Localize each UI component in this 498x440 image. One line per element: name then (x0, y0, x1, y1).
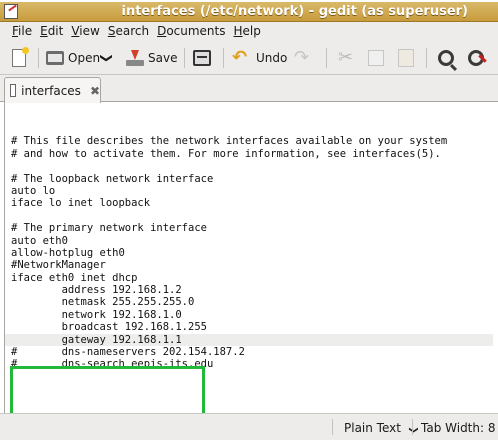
open-label: Open (68, 51, 101, 65)
redo-icon: ↷ (294, 47, 310, 68)
cut-button[interactable]: ✂ (338, 46, 356, 70)
chevron-down-icon: ❯ (100, 52, 115, 64)
toolbar-separator (223, 48, 224, 68)
save-button[interactable]: Save (126, 46, 177, 70)
editor-line[interactable]: # dns-nameservers 202.154.187.2 (11, 346, 493, 358)
editor-line[interactable] (11, 160, 493, 172)
tab-width-selector[interactable]: Tab Width: 8 ❯ (421, 421, 498, 440)
toolbar-separator (38, 48, 39, 68)
editor-line[interactable]: auto lo (11, 185, 493, 197)
editor-line[interactable]: address 192.168.1.2 (11, 284, 493, 296)
language-label: Plain Text (344, 421, 401, 435)
status-separator (332, 419, 333, 435)
editor-line[interactable]: iface lo inet loopback (11, 197, 493, 209)
find-replace-icon (468, 50, 484, 66)
editor-line[interactable] (11, 123, 493, 135)
editor-line[interactable]: network 192.168.1.0 (11, 309, 493, 321)
copy-icon (368, 50, 384, 66)
status-bar: Plain Text ❯ Tab Width: 8 ❯ (0, 413, 498, 440)
folder-open-icon (46, 51, 64, 65)
toolbar: Open ❯ Save ↶ Undo ↷ ✂ (0, 41, 498, 75)
print-button[interactable] (193, 46, 211, 70)
editor-line[interactable]: # This file describes the network interf… (11, 135, 493, 147)
editor-text[interactable]: # This file describes the network interf… (5, 123, 493, 371)
window-title: interfaces (/etc/network) - gedit (as su… (121, 4, 468, 19)
text-editor[interactable]: # This file describes the network interf… (4, 103, 498, 413)
redo-button[interactable]: ↷ (294, 46, 314, 70)
text-file-icon (10, 84, 17, 97)
new-button[interactable] (12, 46, 29, 70)
search-icon (438, 50, 454, 66)
undo-label: Undo (256, 51, 288, 65)
menu-edit[interactable]: Edit (38, 22, 69, 41)
undo-icon: ↶ (232, 47, 248, 68)
tab-label: interfaces (21, 83, 81, 98)
new-document-icon (12, 47, 29, 67)
editor-line[interactable]: auto eth0 (11, 235, 493, 247)
editor-line[interactable]: # The primary network interface (11, 222, 493, 234)
annotation-highlight-box (10, 366, 205, 413)
editor-line[interactable]: # and how to activate them. For more inf… (11, 148, 493, 160)
tab-interfaces[interactable]: interfaces ✖ (4, 77, 101, 103)
save-icon (126, 50, 144, 66)
paste-button[interactable] (398, 46, 414, 70)
open-recent-dropdown[interactable]: ❯ (100, 46, 115, 70)
toolbar-separator (184, 48, 185, 68)
language-selector[interactable]: Plain Text ❯ (344, 421, 418, 435)
menu-file[interactable]: File (10, 22, 38, 41)
editor-line[interactable]: netmask 255.255.255.0 (11, 296, 493, 308)
find-button[interactable] (438, 46, 454, 70)
menu-view[interactable]: View (69, 22, 105, 41)
editor-line[interactable]: #NetworkManager (11, 259, 493, 271)
menu-bar: File Edit View Search Documents Help (0, 22, 498, 41)
editor-line[interactable]: allow-hotplug eth0 (11, 247, 493, 259)
menu-documents[interactable]: Documents (155, 22, 231, 41)
menu-search[interactable]: Search (106, 22, 155, 41)
title-bar[interactable]: interfaces (/etc/network) - gedit (as su… (0, 2, 498, 22)
tab-width-label: Tab Width: 8 (421, 421, 496, 435)
editor-line[interactable] (11, 210, 493, 222)
close-icon[interactable]: ✖ (90, 84, 100, 98)
document-tabs: interfaces ✖ (0, 75, 498, 103)
save-label: Save (148, 51, 178, 65)
menu-help[interactable]: Help (232, 22, 267, 41)
editor-line[interactable]: gateway 192.168.1.1 (5, 333, 493, 347)
paste-icon (398, 49, 414, 67)
copy-button[interactable] (368, 46, 384, 70)
undo-button[interactable]: ↶ Undo (232, 46, 287, 70)
status-separator (412, 419, 413, 435)
print-icon (193, 50, 211, 66)
toolbar-separator (326, 48, 327, 68)
editor-line[interactable]: # The loopback network interface (11, 173, 493, 185)
cut-icon: ✂ (338, 47, 354, 68)
editor-line[interactable]: iface eth0 inet dhcp (11, 272, 493, 284)
editor-line[interactable]: broadcast 192.168.1.255 (11, 321, 493, 333)
toolbar-separator (426, 48, 427, 68)
find-replace-button[interactable] (468, 46, 484, 70)
open-button[interactable]: Open (46, 46, 100, 70)
